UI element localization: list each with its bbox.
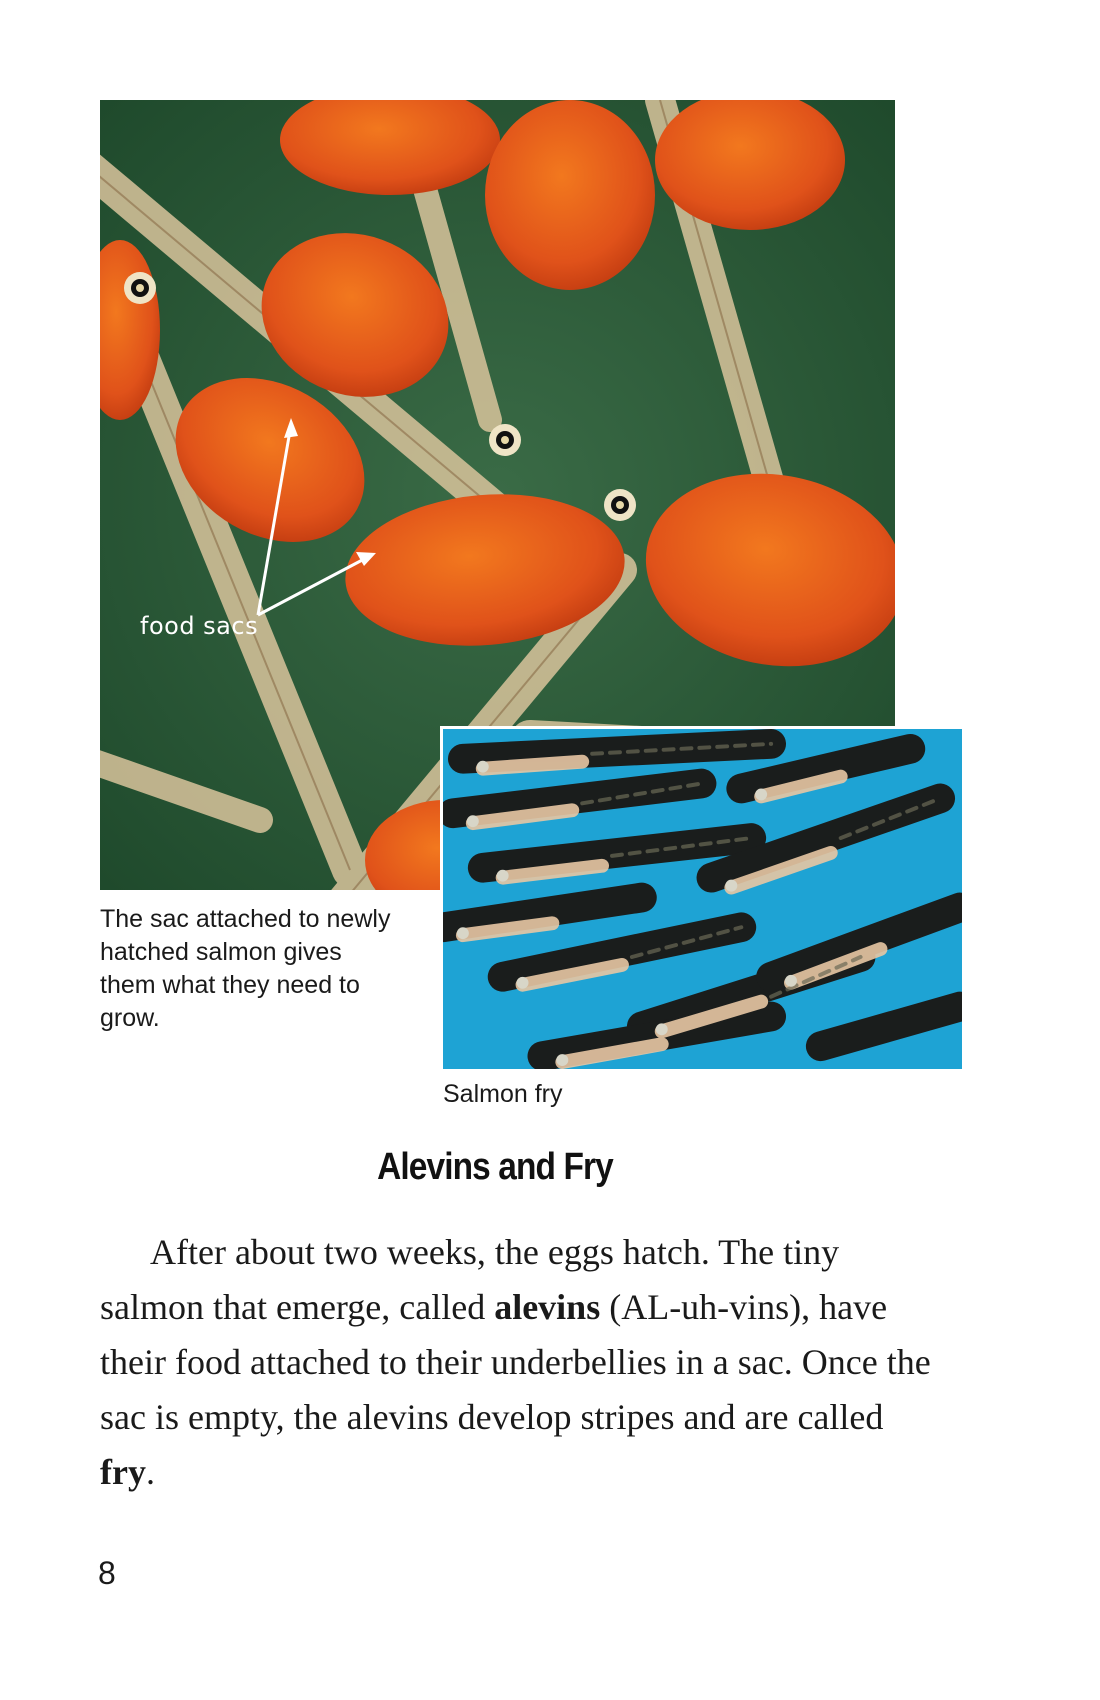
fry-illustration bbox=[443, 729, 962, 1069]
page-number: 8 bbox=[98, 1555, 116, 1591]
salmon-fry-photo bbox=[440, 726, 962, 1069]
body-text-part-3: . bbox=[145, 1452, 155, 1492]
body-paragraph: After about two weeks, the eggs hatch. T… bbox=[100, 1225, 940, 1500]
section-heading: Alevins and Fry bbox=[377, 1146, 614, 1188]
alevins-caption: The sac attached to newly hatched salmon… bbox=[100, 905, 391, 1032]
term-alevins: alevins bbox=[494, 1287, 601, 1327]
term-fry: fry bbox=[100, 1452, 146, 1492]
fry-caption: Salmon fry bbox=[443, 1080, 563, 1108]
food-sacs-label: food sacs bbox=[140, 612, 259, 640]
